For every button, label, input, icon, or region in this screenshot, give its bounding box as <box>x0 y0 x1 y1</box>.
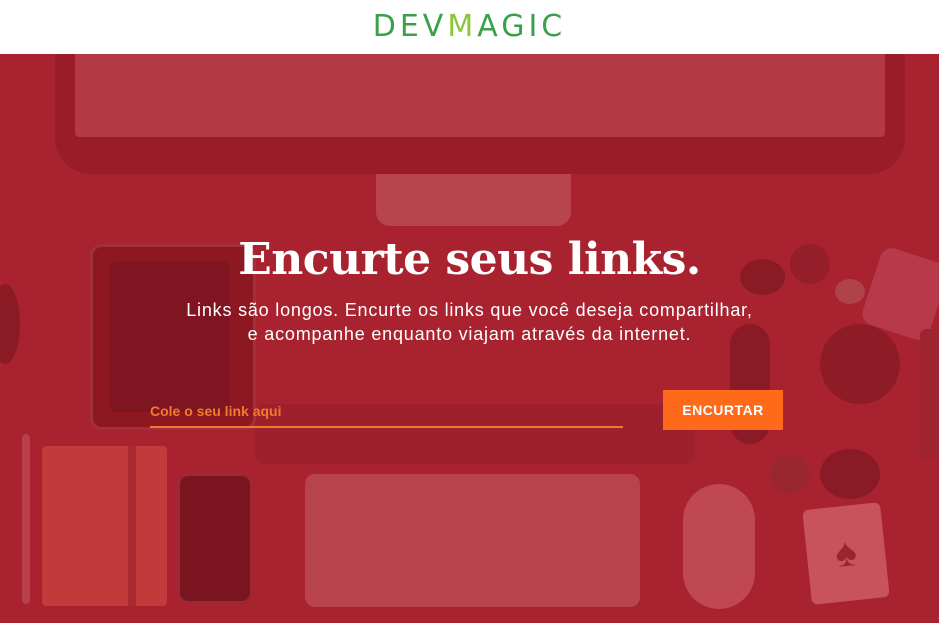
hero-content: Encurte seus links. Links são longos. En… <box>0 54 939 623</box>
logo-text-agic: AGIC <box>477 9 567 44</box>
hero-subtitle-line2: e acompanhe enquanto viajam através da i… <box>247 324 692 344</box>
hero-subtitle: Links são longos. Encurte os links que v… <box>0 298 939 346</box>
hero-section: ♠ Encurte seus links. Links são longos. … <box>0 54 939 623</box>
devmagic-logo[interactable]: DEV M AGIC <box>373 12 567 42</box>
logo-text-dev: DEV <box>372 9 448 44</box>
hero-headline: Encurte seus links. <box>238 234 701 285</box>
hero-subtitle-line1: Links são longos. Encurte os links que v… <box>186 300 753 320</box>
site-header: DEV M AGIC <box>0 0 939 54</box>
link-input[interactable] <box>150 396 623 428</box>
logo-text-m: M <box>447 9 478 44</box>
shorten-button[interactable]: ENCURTAR <box>663 390 783 430</box>
